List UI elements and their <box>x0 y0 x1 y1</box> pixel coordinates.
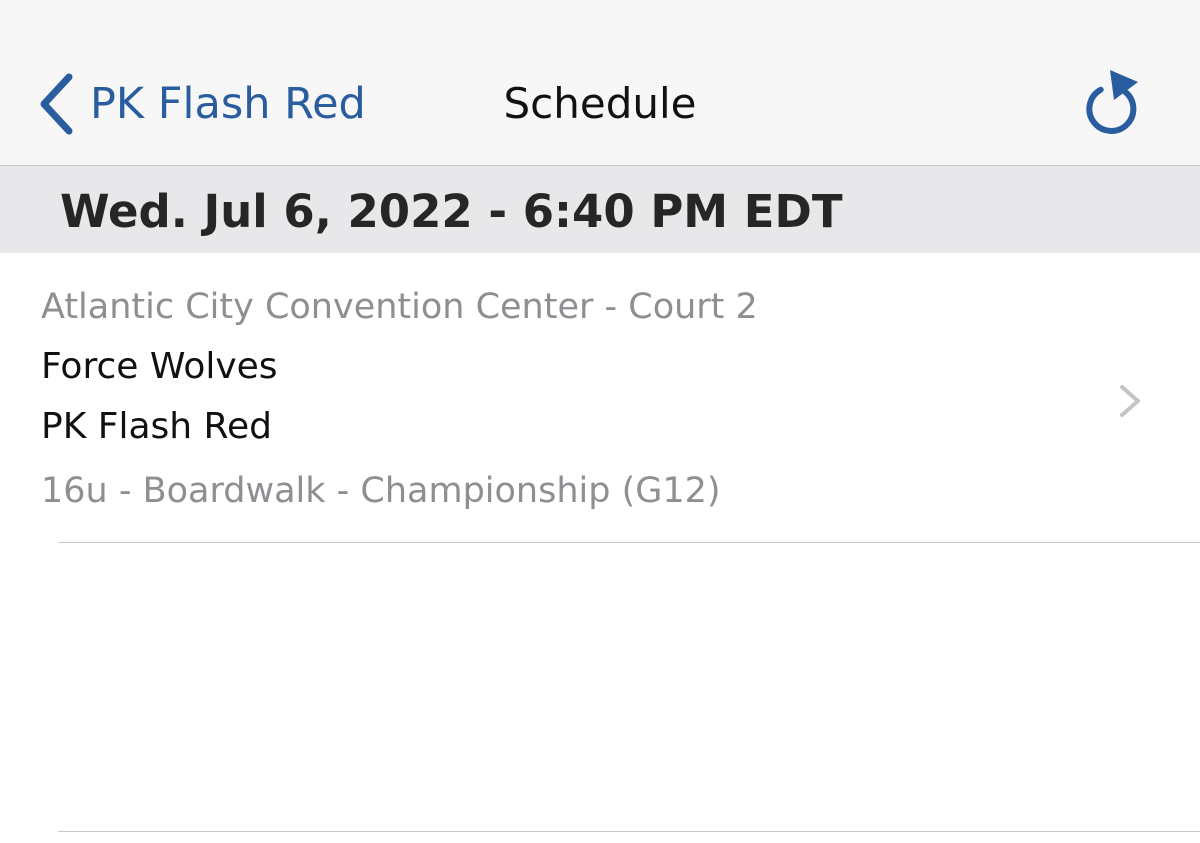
section-header: Wed. Jul 6, 2022 - 6:40 PM EDT <box>0 166 1200 253</box>
chevron-right-icon <box>1120 385 1140 417</box>
division-label: 16u - Boardwalk - Championship (G12) <box>41 471 721 511</box>
team-1-name: Force Wolves <box>41 346 278 387</box>
venue-label: Atlantic City Convention Center - Court … <box>41 287 758 327</box>
game-row[interactable]: Atlantic City Convention Center - Court … <box>0 253 1200 543</box>
row-separator <box>58 542 1200 543</box>
navigation-bar: PK Flash Red Schedule <box>0 0 1200 166</box>
row-separator <box>58 831 1200 832</box>
team-2-name: PK Flash Red <box>41 406 272 447</box>
game-date-time: Wed. Jul 6, 2022 - 6:40 PM EDT <box>60 185 843 238</box>
refresh-button[interactable] <box>1084 66 1148 136</box>
refresh-icon <box>1086 70 1138 134</box>
page-title: Schedule <box>503 79 697 128</box>
